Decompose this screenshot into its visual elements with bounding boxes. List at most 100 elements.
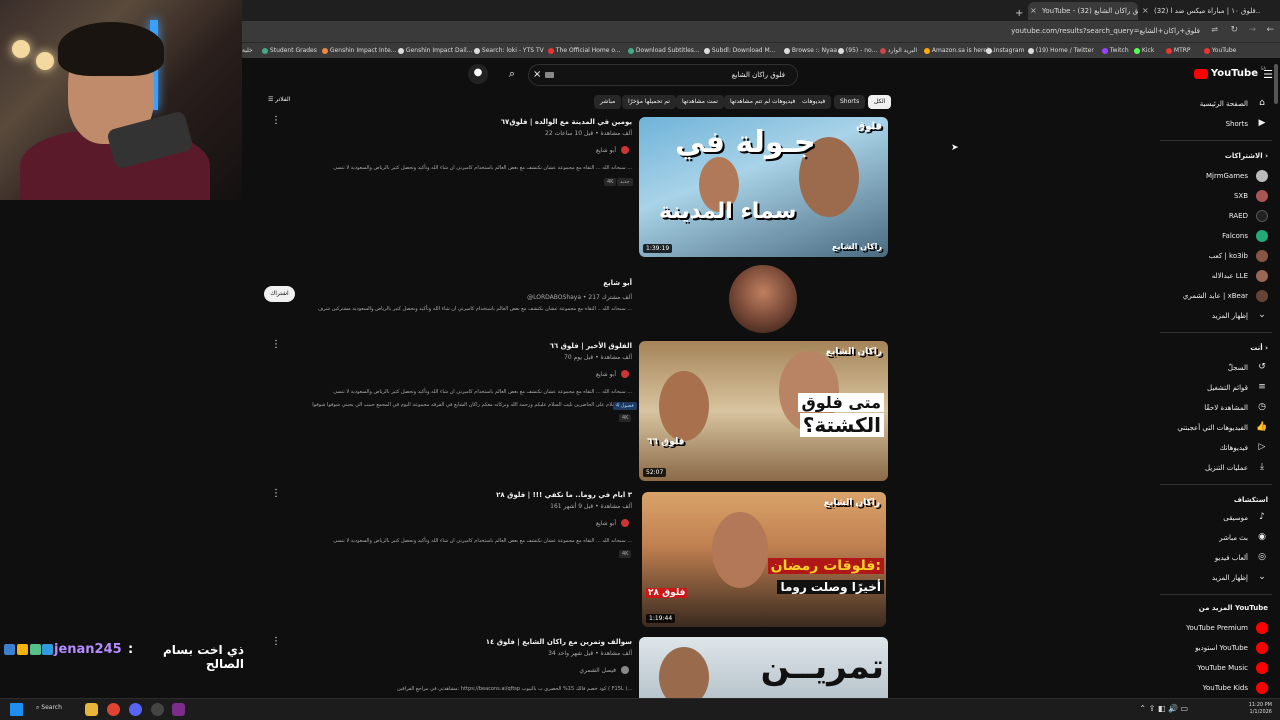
chip-watched[interactable]: تمت مشاهدتها bbox=[676, 95, 724, 109]
youtube-logo-icon[interactable] bbox=[1194, 69, 1208, 79]
bookmark-item[interactable]: Kick bbox=[1132, 47, 1154, 54]
download-icon[interactable]: ⤓ bbox=[1256, 462, 1268, 474]
sidebar-sub-sxb[interactable]: SXB bbox=[1234, 192, 1248, 200]
chip-all[interactable]: الكل bbox=[868, 95, 892, 109]
subscriptions-heading[interactable]: الاشتراكات › bbox=[1225, 152, 1268, 160]
channel-name[interactable]: أبو شايع bbox=[596, 371, 616, 378]
search-icon[interactable]: ⌕ bbox=[499, 64, 525, 86]
back-icon[interactable]: ← bbox=[1266, 25, 1274, 35]
youtube-kids-icon[interactable] bbox=[1256, 682, 1268, 694]
sidebar-item-home[interactable]: الصفحة الرئيسية bbox=[1200, 100, 1248, 108]
chip-recent[interactable]: تم تحميلها مؤخرًا bbox=[622, 95, 676, 109]
mic-icon[interactable]: ● bbox=[468, 64, 488, 84]
page-scrollbar[interactable] bbox=[1274, 64, 1278, 104]
chrome-icon[interactable] bbox=[107, 703, 120, 716]
taskbar-clock[interactable]: 11:20 PM 1/1/2026 bbox=[1249, 702, 1272, 716]
bookmark-item[interactable]: البريد الوارد bbox=[878, 47, 917, 54]
sidebar-item-gaming[interactable]: ألعاب فيديو bbox=[1215, 554, 1248, 562]
video-thumbnail[interactable]: تمريــن bbox=[639, 637, 888, 698]
channel-avatar[interactable] bbox=[1256, 270, 1268, 282]
sidebar-item-watch-later[interactable]: المشاهدة لاحقًا bbox=[1204, 404, 1248, 412]
sidebar-item-liked[interactable]: الفيديوهات التي أعجبتني bbox=[1177, 424, 1248, 432]
youtube-logo[interactable]: YouTube bbox=[1211, 68, 1258, 79]
steam-icon[interactable] bbox=[151, 703, 164, 716]
close-icon[interactable]: × bbox=[533, 69, 541, 80]
sidebar-item-studio[interactable]: استوديو YouTube bbox=[1195, 644, 1248, 652]
chip-live[interactable]: مباشر bbox=[594, 95, 622, 109]
new-tab-icon[interactable]: + bbox=[1009, 3, 1023, 21]
bookmark-item[interactable]: (19) Home / Twitter bbox=[1026, 47, 1094, 54]
subscribe-button[interactable]: اشتراك bbox=[264, 286, 295, 302]
sidebar-item-live[interactable]: بث مباشر bbox=[1219, 534, 1248, 542]
search-query[interactable]: فلوق راكان الشايع bbox=[732, 71, 785, 79]
youtube-studio-icon[interactable] bbox=[1256, 642, 1268, 654]
video-title[interactable]: ٣ ايام في روما.. ما نكفي !!! | فلوق ٢٨ bbox=[496, 491, 632, 499]
sidebar-item-shorts[interactable]: Shorts bbox=[1226, 120, 1248, 128]
sidebar-item-yt-music[interactable]: YouTube Music bbox=[1197, 664, 1248, 672]
bookmark-item[interactable]: Student Grades bbox=[260, 47, 317, 54]
sidebar-item-your-videos[interactable]: فيديوهاتك bbox=[1220, 444, 1248, 452]
chip-shorts[interactable]: Shorts bbox=[834, 95, 866, 109]
file-explorer-icon[interactable] bbox=[85, 703, 98, 716]
sidebar-item-music[interactable]: موسيقى bbox=[1223, 514, 1248, 522]
youtube-premium-icon[interactable] bbox=[1256, 622, 1268, 634]
chip-unwatched[interactable]: فيديوهات لم تتم مشاهدتها bbox=[724, 95, 802, 109]
channel-avatar[interactable] bbox=[621, 519, 629, 527]
playlist-icon[interactable]: ≡ bbox=[1256, 382, 1268, 394]
channel-name[interactable]: أبو شايع bbox=[596, 147, 616, 154]
home-icon[interactable]: ⌂ bbox=[1256, 98, 1268, 110]
bookmark-item[interactable]: Subdl: Download M... bbox=[702, 47, 775, 54]
bookmark-item[interactable]: Download Subtitles... bbox=[626, 47, 700, 54]
clock-icon[interactable]: ◷ bbox=[1256, 402, 1268, 414]
video-icon[interactable]: ▷ bbox=[1256, 442, 1268, 454]
sidebar-item-kids[interactable]: YouTube Kids bbox=[1203, 684, 1248, 692]
chevron-down-icon[interactable]: ⌄ bbox=[1256, 310, 1268, 322]
bookmark-item[interactable]: Instagram bbox=[984, 47, 1024, 54]
history-icon[interactable]: ↺ bbox=[1256, 362, 1268, 374]
sidebar-sub-xbear[interactable]: عايد الشمري | xBear bbox=[1183, 292, 1248, 300]
taskbar-search[interactable]: ⌕ Search bbox=[36, 704, 62, 712]
bookmark-item[interactable]: Twitch bbox=[1100, 47, 1129, 54]
sidebar-sub-lle[interactable]: عبدالاله LLE bbox=[1212, 272, 1248, 280]
discord-icon[interactable] bbox=[129, 703, 142, 716]
video-thumbnail[interactable]: راكان الشايع فلوقات رمضان: أخيرًا وصلت ر… bbox=[642, 492, 886, 627]
shorts-icon[interactable]: ▶ bbox=[1256, 118, 1268, 130]
channel-avatar[interactable] bbox=[1256, 190, 1268, 202]
forward-icon[interactable]: → bbox=[1248, 25, 1256, 35]
channel-name[interactable]: أبو شايع bbox=[596, 520, 616, 527]
more-options-icon[interactable]: ⋮ bbox=[271, 339, 281, 350]
windows-start-icon[interactable] bbox=[10, 703, 23, 716]
sidebar-item-premium[interactable]: YouTube Premium bbox=[1186, 624, 1248, 632]
app-icon[interactable] bbox=[172, 703, 185, 716]
reload-icon[interactable]: ↻ bbox=[1230, 25, 1238, 35]
filters-button[interactable]: ☰ الفلاتر bbox=[268, 96, 290, 103]
bookmark-item[interactable]: Browse :: Nyaa bbox=[782, 47, 837, 54]
channel-avatar[interactable] bbox=[1256, 290, 1268, 302]
bookmark-item[interactable]: Search: loki - YTS TV bbox=[472, 47, 544, 54]
sidebar-item-downloads[interactable]: عمليات التنزيل bbox=[1205, 464, 1248, 472]
bookmark-item[interactable]: (95) - no... bbox=[836, 47, 877, 54]
bookmark-item[interactable]: YouTube bbox=[1202, 47, 1236, 54]
sidebar-sub-ko3ib[interactable]: كعب | ko3ib bbox=[1209, 252, 1248, 260]
channel-avatar-large[interactable] bbox=[729, 265, 797, 333]
channel-avatar[interactable] bbox=[621, 146, 629, 154]
gaming-icon[interactable]: ◎ bbox=[1256, 552, 1268, 564]
more-options-icon[interactable]: ⋮ bbox=[271, 488, 281, 499]
sidebar-item-history[interactable]: السجلّ bbox=[1228, 364, 1248, 372]
channel-avatar[interactable] bbox=[621, 370, 629, 378]
url-text[interactable]: youtube.com/results?search_query=فلوق+را… bbox=[1011, 27, 1200, 35]
channel-avatar[interactable] bbox=[1256, 170, 1268, 182]
youtube-music-icon[interactable] bbox=[1256, 662, 1268, 674]
more-options-icon[interactable]: ⋮ bbox=[271, 115, 281, 126]
bookmark-item[interactable]: MTRP bbox=[1164, 47, 1191, 54]
browser-tab[interactable]: × (32) فلوق ١٠ | مباراة ميكس ضد ا... bbox=[1140, 2, 1260, 20]
channel-avatar[interactable] bbox=[1256, 210, 1268, 222]
sidebar-explore-show-more[interactable]: إظهار المزيد bbox=[1212, 574, 1248, 582]
channel-avatar[interactable] bbox=[1256, 250, 1268, 262]
keyboard-icon[interactable] bbox=[545, 72, 554, 78]
sidebar-sub-falcons[interactable]: Falcons bbox=[1222, 232, 1248, 240]
sidebar-sub-raed[interactable]: RAED bbox=[1229, 212, 1248, 220]
bookmark-item[interactable]: The Official Home o... bbox=[546, 47, 621, 54]
more-options-icon[interactable]: ⋮ bbox=[271, 636, 281, 647]
like-icon[interactable]: 👍 bbox=[1256, 422, 1268, 434]
